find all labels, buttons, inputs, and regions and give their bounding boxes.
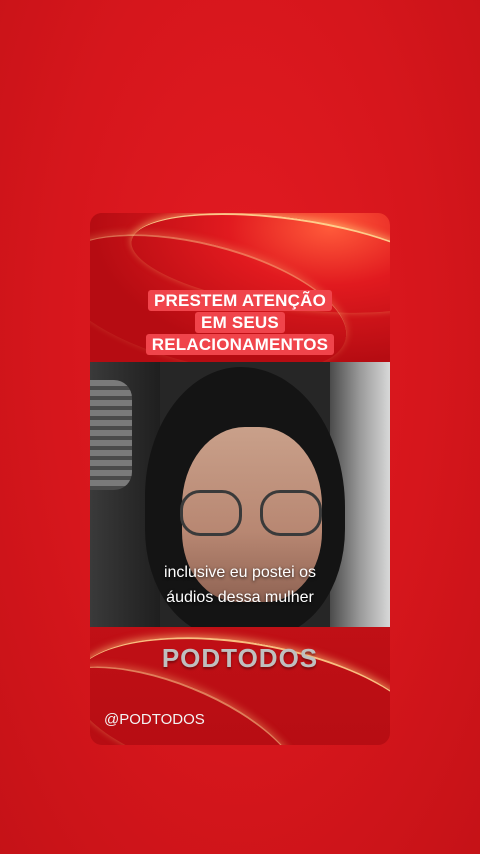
headline-line-3: RELACIONAMENTOS bbox=[145, 334, 335, 355]
brand-title: PODTODOS bbox=[161, 643, 319, 673]
subtitle-line-2: áudios dessa mulher bbox=[166, 589, 314, 606]
headline-line-1: PRESTEM ATENÇÃO bbox=[147, 290, 333, 311]
subtitle-line-1: inclusive eu postei os bbox=[163, 564, 317, 581]
video-subtitle: inclusive eu postei os áudios dessa mulh… bbox=[90, 560, 390, 610]
headline-line-2: EM SEUS bbox=[195, 312, 285, 333]
glasses-icon bbox=[260, 490, 322, 536]
headline: PRESTEM ATENÇÃO EM SEUS RELACIONAMENTOS bbox=[90, 290, 390, 355]
glasses-icon bbox=[180, 490, 242, 536]
post-card: PRESTEM ATENÇÃO EM SEUS RELACIONAMENTOS … bbox=[90, 213, 390, 745]
video-frame[interactable]: inclusive eu postei os áudios dessa mulh… bbox=[90, 362, 390, 627]
microphone-icon bbox=[90, 380, 132, 490]
account-handle[interactable]: @PODTODOS bbox=[104, 711, 205, 728]
